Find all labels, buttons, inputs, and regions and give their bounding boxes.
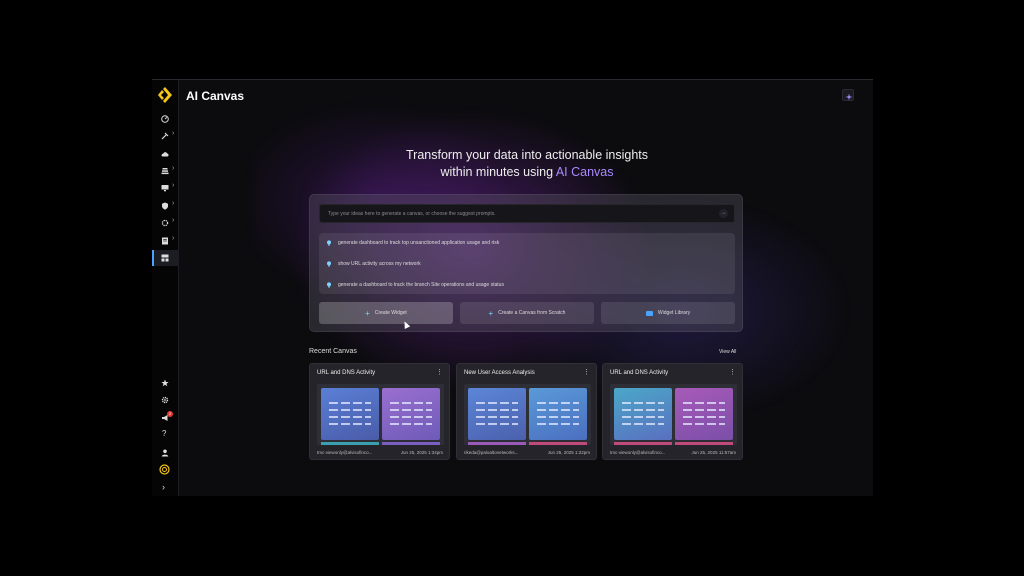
chevron-right-icon: › xyxy=(162,482,165,492)
canvas-owner: rikeda@paloaltonetworks... xyxy=(464,450,519,455)
sidebar-item-reports[interactable]: › xyxy=(152,233,179,249)
lightbulb-icon xyxy=(327,240,331,246)
canvas-thumbnail xyxy=(317,384,444,445)
app-window: › › › › › › 2 ? › AI Canvas Transform yo… xyxy=(152,79,873,496)
suggestion-item[interactable]: generate a dashboard to track the branch… xyxy=(326,280,504,290)
thumbnail-tile xyxy=(382,388,440,440)
canvas-card-title: New User Access Analysis xyxy=(464,370,535,376)
sidebar-item-favorites[interactable] xyxy=(152,375,179,391)
page-title: AI Canvas xyxy=(186,89,245,103)
cog-icon xyxy=(161,219,169,227)
document-icon xyxy=(162,237,168,245)
suggestion-item[interactable]: generate dashboard to track top unsancti… xyxy=(326,238,499,248)
prompt-box: → xyxy=(319,204,735,223)
chevron-right-icon: › xyxy=(172,182,175,189)
create-widget-button[interactable]: + Create Widget xyxy=(319,302,453,324)
canvas-card-title: URL and DNS Activity xyxy=(317,370,376,376)
notification-badge: 2 xyxy=(167,411,173,417)
suggestion-list: generate dashboard to track top unsancti… xyxy=(319,233,735,294)
star-icon xyxy=(161,379,169,387)
hero-line-2-prefix: within minutes using xyxy=(440,165,556,179)
sidebar-item-investigate[interactable]: › xyxy=(152,128,179,144)
plus-icon: + xyxy=(365,308,370,318)
canvas-date: Jun 25, 2025 1:34pm xyxy=(400,450,443,455)
lightbulb-icon xyxy=(327,282,331,288)
chevron-right-icon: › xyxy=(172,217,175,224)
create-canvas-label: Create a Canvas from Scratch xyxy=(498,310,566,316)
library-icon xyxy=(645,310,653,316)
canvas-card-title: URL and DNS Activity xyxy=(610,370,669,376)
recent-canvas-heading: Recent Canvas xyxy=(309,348,357,355)
thumbnail-tile xyxy=(529,388,587,440)
create-canvas-button[interactable]: + Create a Canvas from Scratch xyxy=(460,302,594,324)
canvas-owner: tmc-viewonly@alvisofinco... xyxy=(610,450,666,455)
chevron-right-icon: › xyxy=(172,200,175,207)
thumbnail-tile xyxy=(614,388,672,440)
gear-icon xyxy=(161,396,169,404)
sparkle-icon xyxy=(845,93,853,101)
suggestion-text: show URL activity across my network xyxy=(338,261,421,267)
sidebar-item-dashboard[interactable] xyxy=(152,111,179,127)
sidebar-item-cloud[interactable] xyxy=(152,146,179,162)
cloud-icon xyxy=(161,152,169,157)
canvas-card[interactable]: URL and DNS Activity ⋮ tmc-viewonly@alvi… xyxy=(602,363,743,460)
hero-heading: Transform your data into actionable insi… xyxy=(332,147,722,181)
chevron-right-icon: › xyxy=(172,235,175,242)
widget-library-label: Widget Library xyxy=(657,310,691,316)
canvas-date: Jun 25, 2025 11:57am xyxy=(691,450,736,455)
lightbulb-icon xyxy=(327,261,331,267)
monitor-icon xyxy=(161,185,169,192)
sidebar-item-ai-canvas[interactable] xyxy=(152,250,179,266)
canvas-date: Jun 25, 2025 1:22pm xyxy=(547,450,590,455)
gauge-icon xyxy=(161,115,169,123)
sidebar-item-network[interactable]: › xyxy=(152,163,179,179)
arrow-right-icon: → xyxy=(720,210,727,216)
sidebar-item-profile[interactable] xyxy=(152,445,179,461)
sidebar-item-notifications[interactable]: 2 xyxy=(152,410,179,426)
suggestion-text: generate a dashboard to track the branch… xyxy=(338,282,504,288)
canvas-card[interactable]: New User Access Analysis ⋮ rikeda@paloal… xyxy=(456,363,597,460)
canvas-thumbnail xyxy=(610,384,737,445)
sidebar-item-help[interactable]: ? xyxy=(152,427,179,443)
shield-icon xyxy=(162,202,168,210)
chevron-right-icon: › xyxy=(172,165,175,172)
prompt-input[interactable] xyxy=(328,205,708,222)
send-button[interactable]: → xyxy=(719,209,728,218)
ai-sparkle-button[interactable] xyxy=(842,89,854,101)
thumbnail-tile xyxy=(321,388,379,440)
sidebar-item-settings[interactable] xyxy=(152,392,179,408)
sidebar: › › › › › › 2 ? › xyxy=(152,80,179,496)
sidebar-item-settings-gear[interactable]: › xyxy=(152,215,179,231)
canvas-card[interactable]: URL and DNS Activity ⋮ tmc-viewonly@alvi… xyxy=(309,363,450,460)
hero-line-2: within minutes using AI Canvas xyxy=(332,164,722,181)
sidebar-item-devices[interactable]: › xyxy=(152,180,179,196)
more-options-icon[interactable]: ⋮ xyxy=(436,369,443,376)
sidebar-item-assistant[interactable] xyxy=(152,462,179,478)
logo-icon[interactable] xyxy=(158,87,172,103)
view-all-link[interactable]: View All xyxy=(719,349,736,355)
plus-icon: + xyxy=(488,308,494,318)
tools-icon xyxy=(161,132,169,140)
canvas-grid-icon xyxy=(161,254,169,262)
suggestion-item[interactable]: show URL activity across my network xyxy=(326,259,421,269)
thumbnail-tile xyxy=(675,388,733,440)
more-options-icon[interactable]: ⋮ xyxy=(583,369,590,376)
stack-icon xyxy=(161,168,169,175)
chevron-right-icon: › xyxy=(172,130,175,137)
prompt-panel: → generate dashboard to track top unsanc… xyxy=(309,194,743,332)
assistant-ring-icon xyxy=(159,464,170,475)
help-icon: ? xyxy=(162,429,167,438)
thumbnail-tile xyxy=(468,388,526,440)
user-icon xyxy=(161,449,169,457)
hero-line-1: Transform your data into actionable insi… xyxy=(405,148,649,162)
widget-library-button[interactable]: Widget Library xyxy=(601,302,735,324)
canvas-owner: tmc-viewonly@alvisofinco... xyxy=(317,450,373,455)
suggestion-text: generate dashboard to track top unsancti… xyxy=(338,240,500,246)
sidebar-item-security[interactable]: › xyxy=(152,198,179,214)
sidebar-expand-toggle[interactable]: › xyxy=(152,480,179,496)
create-widget-label: Create Widget xyxy=(374,310,407,316)
more-options-icon[interactable]: ⋮ xyxy=(729,369,736,376)
canvas-thumbnail xyxy=(464,384,591,445)
hero-accent: AI Canvas xyxy=(555,165,614,179)
